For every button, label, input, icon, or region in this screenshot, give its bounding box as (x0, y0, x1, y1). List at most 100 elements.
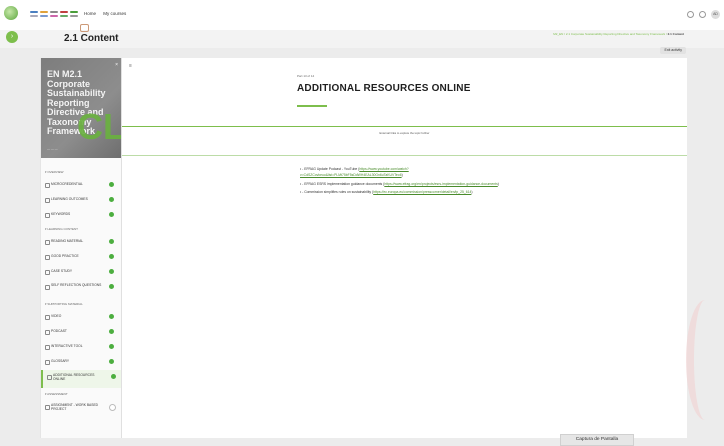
scorm-toc: ▾ Overview Microcredential Learning outcom… (41, 166, 121, 418)
divider (122, 126, 687, 127)
toc-section-label: ▾ Assessment (45, 392, 68, 396)
completed-icon (109, 182, 114, 187)
toc-item[interactable]: Podcast (41, 325, 121, 340)
toc-item[interactable]: Case study (41, 265, 121, 280)
hamburger-icon[interactable]: ≡ (129, 63, 132, 69)
top-menu: Home My courses (84, 11, 132, 16)
toc-item-label: Self reflection questions (51, 283, 102, 287)
resource-item: • - EFRAG Update Podcast - YouTube (http… (300, 167, 409, 177)
toc-section[interactable]: ▾ Supporting material (41, 298, 121, 310)
toc-item-label: Good practice (51, 254, 79, 258)
toc-section-label: ▾ Learning content (45, 227, 79, 231)
incomplete-icon (109, 404, 116, 411)
toc-item[interactable]: Reading material (41, 235, 121, 250)
page-icon (45, 213, 50, 218)
resource-link[interactable]: https://ec.europa.eu/commission/presscor… (373, 190, 471, 194)
course-cover: × EN M2.1 Corporate Sustainability Repor… (41, 58, 121, 158)
completed-icon (109, 269, 114, 274)
nav-home[interactable]: Home (84, 11, 96, 16)
toc-item-label: Microcredential (51, 182, 83, 186)
messages-icon[interactable] (699, 11, 706, 18)
breadcrumb-course[interactable]: M2_EN (553, 32, 563, 36)
exit-activity-button[interactable]: Exit activity (660, 47, 686, 54)
toc-item[interactable]: Self reflection questions (41, 280, 121, 298)
toc-item-label: Video (51, 314, 62, 318)
lesson-content: ≡ Part 13 of 14 ADDITIONAL RESOURCES ONL… (122, 58, 687, 438)
page-icon (45, 183, 50, 188)
chevron-right-icon: › (10, 33, 14, 40)
toc-item[interactable]: Assignment - work based project (41, 400, 121, 418)
toc-item[interactable]: Good practice (41, 250, 121, 265)
toc-item[interactable]: Learning outcomes (41, 193, 121, 208)
scorm-activity-icon (80, 24, 89, 32)
cover-logo-mark: CL (77, 106, 121, 147)
resource-title: EFRAG Update Podcast - YouTube (304, 167, 358, 171)
toc-item[interactable]: Glossary (41, 355, 121, 370)
page-icon (45, 405, 50, 410)
page-icon (47, 375, 52, 380)
page-icon (45, 330, 50, 335)
completed-icon (109, 197, 114, 202)
resource-title: Commission simplifies rules on sustainab… (304, 190, 372, 194)
completed-icon (109, 284, 114, 289)
site-logo[interactable] (4, 6, 18, 20)
close-sidebar-icon[interactable]: × (115, 62, 118, 68)
toc-section[interactable]: ▾ Assessment (41, 388, 121, 400)
screenshot-caption[interactable]: Captura de Pantalla (560, 434, 634, 446)
notifications-icon[interactable] (687, 11, 694, 18)
scorm-player: × EN M2.1 Corporate Sustainability Repor… (40, 58, 687, 438)
completed-icon (109, 212, 114, 217)
title-underline (297, 105, 327, 107)
toc-item-label: Interactive tool (51, 344, 83, 348)
page-icon (45, 285, 50, 290)
lesson-part: Part 13 of 14 (297, 74, 315, 78)
toc-item-label: Case study (51, 269, 73, 273)
toc-item[interactable]: Video (41, 310, 121, 325)
course-index-toggle[interactable]: › (6, 31, 18, 43)
page-icon (45, 270, 50, 275)
completed-icon (109, 254, 114, 259)
toc-section-label: ▾ Overview (45, 170, 64, 174)
completed-icon (111, 374, 116, 379)
completed-icon (109, 359, 114, 364)
resource-item: • - Commission simplifies rules on susta… (300, 190, 473, 194)
lesson-title: ADDITIONAL RESOURCES ONLINE (297, 83, 471, 94)
toc-item[interactable]: Additional resources online (41, 370, 121, 388)
page-icon (45, 345, 50, 350)
cover-subtitle: — — — (47, 147, 58, 151)
toc-item[interactable]: Microcredential (41, 178, 121, 193)
avatar[interactable]: AD (711, 10, 720, 19)
completed-icon (109, 344, 114, 349)
toc-item-label: Keywords (51, 212, 71, 216)
page-icon (45, 315, 50, 320)
breadcrumb-section[interactable]: 2.1 Corporate Sustainability Reporting D… (566, 32, 665, 36)
toc-section[interactable]: ▾ Overview (41, 166, 121, 178)
breadcrumb-current: 2.1 Content (667, 32, 684, 36)
divider (122, 155, 687, 156)
breadcrumb: M2_EN / 2.1 Corporate Sustainability Rep… (553, 32, 684, 36)
page-icon (45, 240, 50, 245)
toc-section[interactable]: ▾ Learning content (41, 223, 121, 235)
resource-link[interactable]: https://www.efrag.org/en/projects/esrs-i… (384, 182, 497, 186)
toc-item-label: Podcast (51, 329, 67, 333)
completed-icon (109, 239, 114, 244)
resource-list: • - EFRAG Update Podcast - YouTube (http… (300, 166, 500, 198)
toc-item[interactable]: Interactive tool (41, 340, 121, 355)
toc-item[interactable]: Keywords (41, 208, 121, 223)
top-navbar: Home My courses AD (0, 0, 724, 30)
page-icon (45, 255, 50, 260)
band-text: External links to explore the topic furt… (379, 131, 430, 135)
completed-icon (109, 329, 114, 334)
page-title: 2.1 Content (64, 33, 119, 44)
decorative-swoosh (686, 300, 724, 420)
scorm-sidebar: × EN M2.1 Corporate Sustainability Repor… (41, 58, 122, 438)
resource-title: EFRAG ESRS implementation guidance docum… (304, 181, 383, 186)
toc-section-label: ▾ Supporting material (45, 302, 83, 306)
user-menu-area: AD (687, 10, 720, 19)
page-icon (45, 198, 50, 203)
resource-item: • - EFRAG ESRS implementation guidance d… (300, 181, 499, 186)
toc-item-label: Learning outcomes (51, 197, 88, 201)
toc-item-label: Glossary (51, 359, 70, 363)
toc-item-label: Additional resources online (53, 373, 95, 381)
nav-my-courses[interactable]: My courses (103, 11, 126, 16)
